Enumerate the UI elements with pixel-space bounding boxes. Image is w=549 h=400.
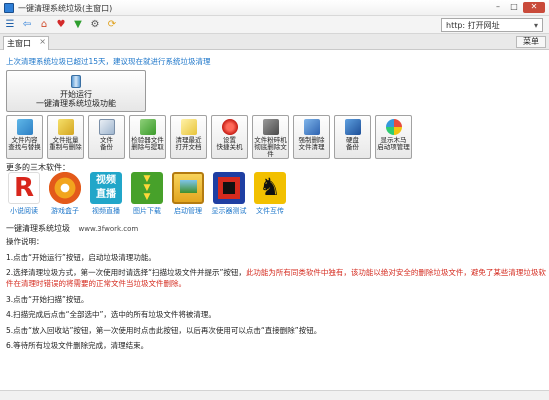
fn-label: 备份 — [100, 143, 113, 151]
monitor-test-icon — [213, 172, 245, 204]
instruction-step: 2.选择清理垃圾方式，第一次使用时请选择“扫描垃圾文件并提示”按钮，此功能为所有… — [6, 268, 546, 288]
app-icon — [4, 3, 14, 13]
minimize-icon[interactable]: – — [491, 2, 505, 13]
fn-label: 备份 — [346, 143, 359, 151]
fn-label: 彻底删除文件 — [254, 143, 287, 158]
start-button-line2: 一键清理系统垃圾功能 — [36, 99, 116, 108]
startup-manager-button[interactable]: 显示木马 启动项管理 — [375, 115, 412, 159]
instruction-step: 5.点击“放入回收站”按钮，第一次使用时点击此按钮，以后再次使用可以点击“直接删… — [6, 325, 322, 335]
toolbar: ☰ ⇦ ⌂ ♥ ▼ ⚙ ⟳ http: 打开网址 ▾ — [0, 16, 549, 34]
software-label: 小说阅读 — [10, 207, 38, 215]
more-software-list: R 小说阅读 游戏盒子 视频 直播 视频直播 ▼ ▼ ▼ 图片下载 启动管理 显… — [6, 172, 288, 216]
power-icon — [221, 119, 238, 135]
shutdown-button[interactable]: 设置 快捷关机 — [211, 115, 248, 159]
software-label: 视频直播 — [92, 207, 120, 215]
start-button-line1: 开始运行 — [60, 90, 92, 99]
reader-icon: R — [8, 172, 40, 204]
file-icon — [98, 119, 115, 135]
recycle-icon — [139, 119, 156, 135]
list-icon[interactable]: ☰ — [4, 19, 16, 31]
computer-icon — [303, 119, 320, 135]
instruction-step: 3.点击“开始扫描”按钮。 — [6, 294, 89, 304]
fn-label: 查找与替换 — [8, 143, 41, 151]
picture-frame-icon — [172, 172, 204, 204]
cleaner-icon — [71, 75, 81, 88]
site-info: 一键清理系统垃圾 www.3fwork.com — [6, 223, 138, 234]
window-controls: – □ ✕ — [491, 2, 545, 13]
instruction-step: 6.等待所有垃圾文件删除完成，清理结束。 — [6, 341, 149, 350]
software-video-live[interactable]: 视频 直播 视频直播 — [88, 172, 124, 216]
address-bar[interactable]: http: 打开网址 ▾ — [441, 18, 543, 32]
shredder-icon — [262, 119, 279, 135]
disk-icon — [344, 119, 361, 135]
software-monitor-test[interactable]: 显示器测试 — [211, 172, 247, 216]
close-icon[interactable]: ✕ — [523, 2, 545, 13]
function-buttons: 文件内容 查找与替换 文件批量 重制与删除 文件 备份 检验器文件 删除与提取 … — [6, 115, 412, 159]
status-bar — [0, 390, 549, 400]
software-novel-reader[interactable]: R 小说阅读 — [6, 172, 42, 216]
sync-icon[interactable]: ⟳ — [106, 19, 118, 31]
fn-label: 文件清理 — [298, 143, 325, 151]
software-image-download[interactable]: ▼ ▼ ▼ 图片下载 — [129, 172, 165, 216]
software-game-box[interactable]: 游戏盒子 — [47, 172, 83, 216]
tools-icon[interactable]: ⚙ — [89, 19, 101, 31]
game-box-icon — [49, 172, 81, 204]
software-label: 显示器测试 — [211, 207, 247, 215]
favorites-icon[interactable]: ♥ — [55, 19, 67, 31]
instructions: 操作说明： 1.点击“开始运行”按钮，启动垃圾清理功能。 2.选择清理垃圾方式，… — [6, 236, 546, 356]
tab-bar: 主窗口 × 菜单 — [0, 34, 549, 50]
fn-label: 重制与删除 — [49, 143, 82, 151]
video-icon: 视频 直播 — [90, 172, 122, 204]
disk-backup-button[interactable]: 硬盘 备份 — [334, 115, 371, 159]
force-delete-button[interactable]: 强制删除 文件清理 — [293, 115, 330, 159]
software-label: 启动管理 — [174, 207, 202, 215]
menu-button[interactable]: 菜单 — [516, 36, 546, 48]
software-startup-manager[interactable]: 启动管理 — [170, 172, 206, 216]
horse-icon: ♞ — [254, 172, 286, 204]
home-icon[interactable]: ⌂ — [38, 19, 50, 31]
download-icon[interactable]: ▼ — [72, 19, 84, 31]
fn-label: 启动项管理 — [377, 143, 410, 151]
title-bar: 一键清理系统垃圾(主窗口) – □ ✕ — [0, 0, 549, 16]
file-backup-button[interactable]: 文件 备份 — [88, 115, 125, 159]
software-label: 图片下载 — [133, 207, 161, 215]
last-clean-notice[interactable]: 上次清理系统垃圾已超过15天，建议现在就进行系统垃圾清理 — [6, 56, 211, 67]
site-label: 一键清理系统垃圾 — [6, 224, 70, 233]
document-icon — [180, 119, 197, 135]
instruction-step: 4.扫描完成后点击“全部选中”，选中的所有垃圾文件将被清理。 — [6, 310, 216, 319]
fn-label: 删除与提取 — [131, 143, 164, 151]
site-url[interactable]: www.3fwork.com — [79, 225, 139, 233]
download-arrows-icon: ▼ ▼ ▼ — [131, 172, 163, 204]
software-label: 游戏盒子 — [51, 207, 79, 215]
software-label: 文件互传 — [256, 207, 284, 215]
instruction-step: 1.点击“开始运行”按钮，启动垃圾清理功能。 — [6, 252, 156, 262]
fn-label: 快捷关机 — [216, 143, 243, 151]
software-file-transfer[interactable]: ♞ 文件互传 — [252, 172, 288, 216]
fn-label: 打开文档 — [175, 143, 202, 151]
tab-main[interactable]: 主窗口 × — [3, 36, 49, 50]
main-panel: 上次清理系统垃圾已超过15天，建议现在就进行系统垃圾清理 开始运行 一键清理系统… — [0, 50, 549, 390]
tab-close-icon[interactable]: × — [39, 37, 46, 46]
window-title: 一键清理系统垃圾(主窗口) — [18, 4, 113, 13]
find-replace-button[interactable]: 文件内容 查找与替换 — [6, 115, 43, 159]
document-search-icon — [16, 119, 33, 135]
address-input[interactable]: http: 打开网址 — [446, 20, 500, 31]
file-shredder-button[interactable]: 文件粉碎机 彻底删除文件 — [252, 115, 289, 159]
tab-label: 主窗口 — [7, 39, 31, 48]
start-clean-button[interactable]: 开始运行 一键清理系统垃圾功能 — [6, 70, 146, 112]
back-icon[interactable]: ⇦ — [21, 19, 33, 31]
batch-rename-button[interactable]: 文件批量 重制与删除 — [47, 115, 84, 159]
instructions-title: 操作说明： — [6, 237, 44, 246]
maximize-icon[interactable]: □ — [507, 2, 521, 13]
go-icon[interactable]: ▾ — [534, 21, 538, 30]
folder-icon — [57, 119, 74, 135]
recent-docs-button[interactable]: 清理最近 打开文档 — [170, 115, 207, 159]
trojan-scan-icon — [385, 119, 402, 135]
checker-file-button[interactable]: 检验器文件 删除与提取 — [129, 115, 166, 159]
